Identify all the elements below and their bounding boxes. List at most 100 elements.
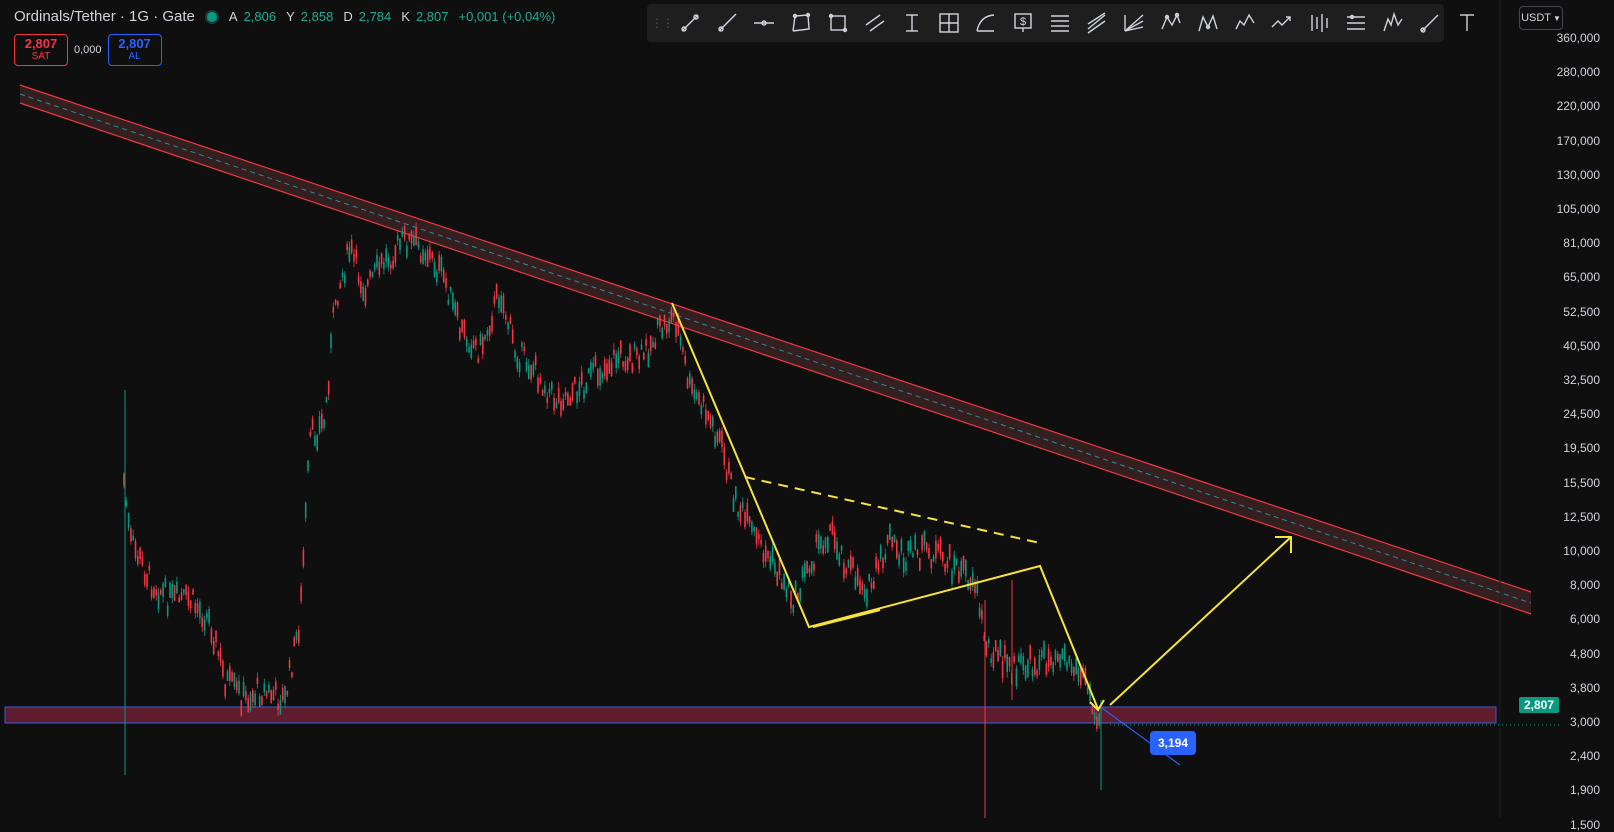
pattern-icon[interactable] — [1152, 7, 1189, 39]
candle-body — [1061, 648, 1064, 659]
pitchfork-icon[interactable] — [1078, 7, 1115, 39]
price-axis[interactable]: 360,000 280,000 220,000 170,000 130,000 105,0… — [1500, 0, 1614, 832]
buy-button[interactable]: 2,807 AL — [107, 34, 162, 66]
candle-body — [456, 302, 459, 318]
candle-body — [337, 301, 339, 306]
ray-icon[interactable] — [708, 7, 745, 39]
bars-pattern-icon[interactable] — [1300, 7, 1337, 39]
drag-handle-icon[interactable]: ⋮⋮ — [651, 16, 674, 30]
candle-body — [808, 568, 811, 573]
price-chart[interactable] — [0, 0, 1614, 818]
support-zone[interactable] — [4, 706, 1497, 724]
candle-body — [792, 605, 795, 613]
candle-body — [879, 545, 882, 559]
candle-body — [965, 560, 967, 577]
candle-body — [758, 534, 760, 540]
candle-body — [157, 592, 160, 610]
candle-body — [164, 578, 167, 588]
rectangle-icon[interactable] — [819, 7, 856, 39]
candle-body — [960, 560, 962, 577]
candle-body — [930, 559, 933, 569]
candle-body — [507, 322, 509, 330]
candle-body — [132, 535, 134, 541]
arc-icon[interactable] — [967, 7, 1004, 39]
callout-price-label[interactable]: 3,194 — [1150, 731, 1196, 755]
long-position-icon[interactable] — [893, 7, 930, 39]
candle-body — [990, 658, 992, 663]
candle-body — [737, 511, 739, 517]
candle-body — [794, 580, 797, 593]
candle-body — [380, 253, 383, 264]
candle-body — [656, 317, 659, 325]
candle-body — [774, 562, 776, 575]
candle-body — [180, 592, 183, 600]
pattern-drawings[interactable] — [671, 302, 1292, 712]
symbol-title[interactable]: Ordinals/Tether · 1G · Gate — [14, 8, 195, 25]
candle-body — [217, 651, 220, 656]
candle-body — [672, 312, 675, 317]
parallel-channel-icon[interactable] — [856, 7, 893, 39]
candle-body — [445, 278, 447, 288]
candle-body — [173, 585, 176, 601]
text-icon[interactable] — [1448, 7, 1485, 39]
candle-body — [942, 551, 944, 562]
price-tick: 32,500 — [1563, 373, 1600, 387]
candle-body — [134, 540, 137, 559]
candle-body — [746, 503, 749, 522]
candle-body — [753, 527, 755, 532]
candle-body — [1063, 643, 1066, 662]
cross-grid-icon[interactable] — [930, 7, 967, 39]
candle-body — [362, 286, 364, 302]
ruler-icon[interactable] — [1337, 7, 1374, 39]
candle-body — [932, 556, 935, 561]
candle-body — [815, 534, 818, 543]
candle-body — [148, 565, 151, 571]
candle-body — [813, 563, 815, 571]
candle-body — [424, 252, 427, 261]
head-shoulders-icon[interactable] — [1374, 7, 1411, 39]
candle-body — [442, 269, 445, 283]
candle-body — [1031, 669, 1034, 677]
candle-body — [500, 295, 502, 313]
price-tick: 3,800 — [1569, 680, 1600, 695]
candle-body — [468, 346, 470, 353]
candle-body — [254, 693, 256, 706]
candle-body — [1027, 659, 1029, 678]
candle-body — [316, 434, 318, 451]
gann-fan-icon[interactable] — [1115, 7, 1152, 39]
candle-body — [712, 416, 714, 427]
candle-body — [309, 431, 312, 436]
candle-body — [459, 328, 461, 340]
candle-body — [369, 270, 371, 277]
candle-body — [951, 570, 953, 585]
candle-body — [355, 249, 358, 259]
candle-body — [870, 582, 873, 589]
candle-body — [376, 254, 378, 268]
candle-body — [985, 641, 988, 656]
candle-body — [528, 364, 530, 380]
sell-button[interactable]: 2,807 SAT — [14, 34, 68, 66]
horizontal-line-icon[interactable] — [745, 7, 782, 39]
candle-body — [125, 500, 128, 506]
xabcd-pattern-icon[interactable] — [1189, 7, 1226, 39]
path-icon[interactable] — [1263, 7, 1300, 39]
candle-body — [367, 279, 369, 286]
candle-body — [958, 570, 960, 583]
elliott-wave-icon[interactable] — [1226, 7, 1263, 39]
candle-body — [923, 531, 926, 546]
candle-body — [569, 397, 571, 406]
polyline-icon[interactable] — [782, 7, 819, 39]
sell-price: 2,807 — [24, 36, 58, 51]
descending-channel[interactable] — [19, 84, 1532, 615]
candle-body — [562, 398, 565, 410]
candle-body — [817, 534, 820, 550]
candle-body — [829, 524, 831, 531]
brush-icon[interactable] — [1411, 7, 1448, 39]
fib-retracement-icon[interactable] — [1041, 7, 1078, 39]
candle-body — [546, 397, 548, 404]
candle-body — [691, 378, 693, 394]
candle-body — [764, 545, 767, 562]
price-label-icon[interactable]: $ — [1004, 7, 1041, 39]
trend-line-icon[interactable] — [671, 7, 708, 39]
candle-body — [783, 573, 785, 590]
